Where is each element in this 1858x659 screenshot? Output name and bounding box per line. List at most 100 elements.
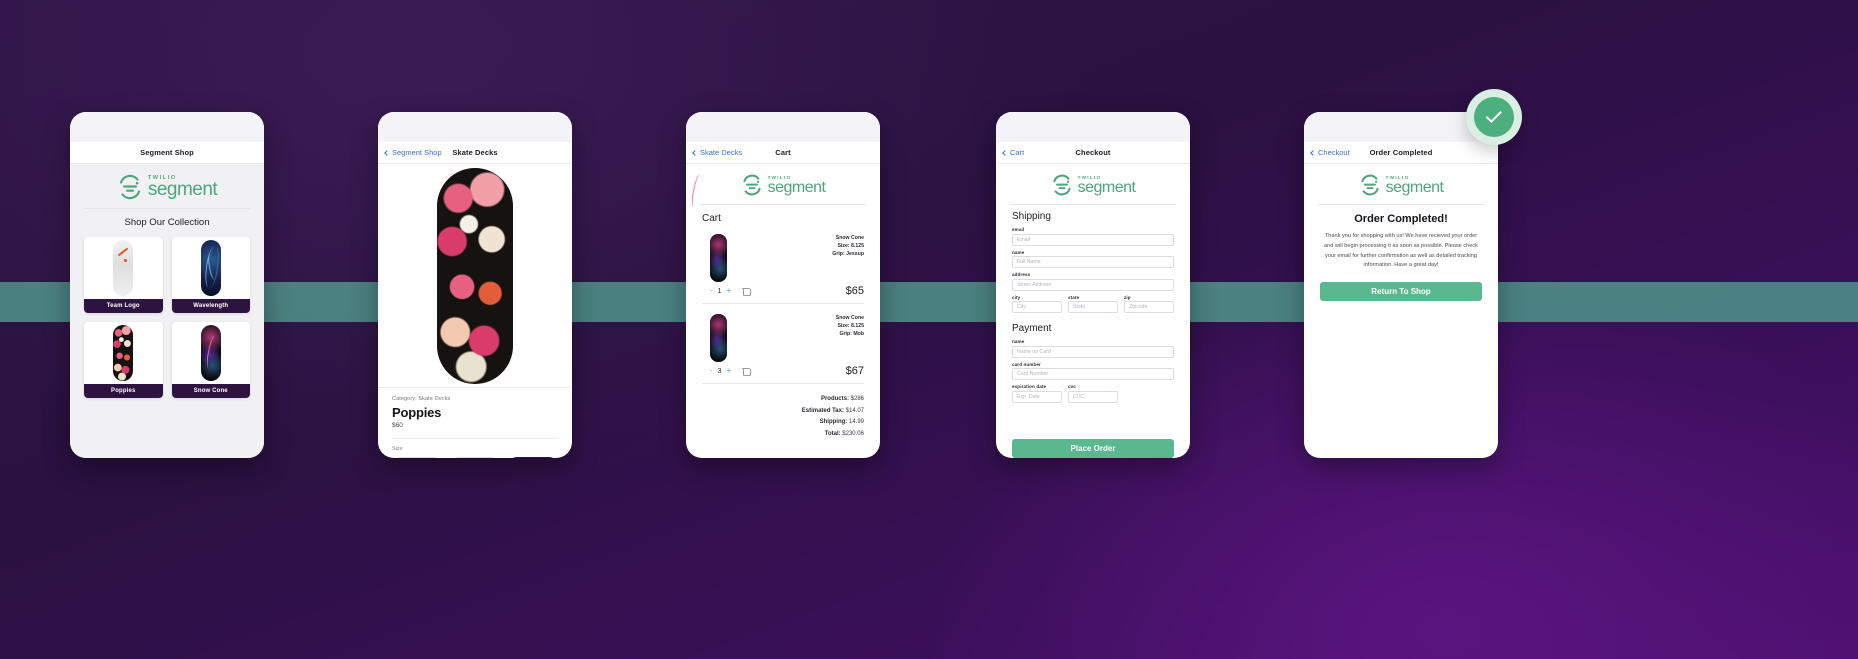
state-field[interactable]: State (1068, 301, 1118, 313)
size-option-8[interactable]: 8 (450, 457, 500, 458)
name-on-card-field[interactable]: Name on Card (1012, 345, 1174, 358)
product-name: Snow Cone (171, 384, 250, 398)
back-label: Checkout (1318, 148, 1350, 157)
full-name-field[interactable]: Full Name (1012, 256, 1174, 268)
cart-item-size: Size: 8.125 (837, 323, 864, 330)
field-label: email (1012, 227, 1025, 232)
page-title: Skate Decks (452, 148, 498, 157)
nav-bar: Checkout Order Completed (1304, 142, 1498, 164)
product-name: Team Logo (84, 299, 163, 313)
quantity-stepper: - 3 + (710, 367, 751, 376)
summary-label: Shipping: (819, 419, 848, 426)
decrement-button[interactable]: - (710, 367, 713, 375)
cart-item-size: Size: 8.125 (837, 243, 864, 250)
field-label: name (1012, 339, 1025, 344)
segment-mark-icon (1360, 174, 1379, 196)
segment-mark-icon (742, 174, 761, 196)
email-field[interactable]: Email (1012, 233, 1174, 246)
logo-segment-text: segment (1385, 178, 1444, 196)
city-field[interactable]: City (1012, 301, 1062, 313)
phone-cart: Skate Decks Cart TWILIO segment Cart Sno… (686, 112, 880, 458)
delete-icon[interactable] (741, 287, 751, 296)
decrement-button[interactable]: - (710, 287, 713, 295)
product-card-poppies[interactable]: Poppies (84, 322, 163, 398)
product-grid: Team Logo Wavelength Poppies Snow Cone (70, 237, 264, 398)
increment-button[interactable]: + (727, 287, 732, 295)
check-mark-icon (1485, 106, 1502, 124)
summary-line-shipping: Shipping: 14.99 (702, 417, 864, 429)
cvc-field[interactable]: CVC (1068, 390, 1118, 403)
product-name: Poppies (84, 384, 163, 398)
city-state-zip-row: city City state State zip Zipcode (996, 295, 1190, 318)
back-label: Skate Decks (700, 148, 743, 157)
back-button[interactable]: Checkout (1310, 148, 1350, 157)
success-badge (1466, 89, 1522, 145)
back-label: Cart (1010, 148, 1025, 157)
nav-bar: Segment Shop (70, 142, 264, 164)
phone-checkout: Cart Checkout TWILIO segment Shipping em… (996, 112, 1190, 458)
field-label: state (1068, 294, 1080, 300)
phone-product-detail: Segment Shop Skate Decks Category: Skate… (378, 112, 572, 458)
increment-button[interactable]: + (727, 367, 732, 375)
screen-content: TWILIO segment Shop Our Collection Team … (70, 164, 264, 458)
delete-icon[interactable] (741, 367, 751, 376)
chevron-left-icon (692, 149, 698, 156)
screen-content: Category: Skate Decks Poppies $60 Size 7… (378, 164, 572, 458)
field-state: state State (1068, 294, 1118, 313)
status-bar (70, 112, 264, 142)
status-bar (378, 112, 572, 142)
product-image (172, 237, 251, 299)
field-label: address (1012, 272, 1031, 277)
check-circle-icon (1474, 97, 1514, 137)
collection-heading: Shop Our Collection (124, 217, 210, 228)
cart-item-price: $65 (845, 285, 864, 297)
product-card-wavelength[interactable]: Wavelength (171, 237, 251, 313)
nav-bar: Segment Shop Skate Decks (378, 142, 572, 164)
deck-art-snowcone (200, 325, 221, 381)
status-bar (996, 112, 1190, 142)
summary-label: Products: (820, 396, 849, 402)
quantity-value: 3 (717, 367, 722, 375)
summary-line-products: Products: $286 (702, 394, 864, 406)
nav-bar: Skate Decks Cart (686, 142, 880, 164)
size-option-8-125[interactable]: 8.125 (508, 457, 558, 458)
field-city: city City (1012, 294, 1062, 313)
cart-item-row: Snow Cone Size: 8.125 Grip: Mob - 3 + $6… (686, 304, 880, 383)
summary-amount: $14.07 (845, 407, 864, 414)
street-address-field[interactable]: Street Address (1012, 278, 1174, 291)
field-label: name (1012, 249, 1025, 255)
segment-mark-icon (119, 174, 140, 200)
product-card-team-logo[interactable]: Team Logo (84, 237, 163, 313)
field-card-name: name Name on Card (996, 339, 1190, 362)
size-label: Size (392, 446, 403, 452)
page-title: Order Completed (1369, 148, 1433, 157)
cart-item-name: Snow Cone (835, 315, 864, 321)
deck-art-poppies-large (437, 167, 513, 384)
back-button[interactable]: Segment Shop (384, 148, 442, 157)
product-card-snow-cone[interactable]: Snow Cone (171, 322, 250, 398)
back-button[interactable]: Cart (1002, 148, 1025, 157)
phone-order-completed: Checkout Order Completed TWILIO segment … (1304, 112, 1498, 458)
zipcode-field[interactable]: Zipcode (1124, 301, 1174, 313)
logo-segment-text: segment (1077, 178, 1136, 196)
summary-amount: $286 (850, 396, 864, 402)
segment-logo: TWILIO segment (1304, 164, 1498, 204)
screen-content: TWILIO segment Shipping email Email name… (996, 164, 1190, 458)
expiration-date-field[interactable]: Exp. Date (1012, 390, 1062, 403)
summary-line-total: Total: $230.06 (702, 429, 864, 441)
segment-mark-icon (1052, 174, 1071, 196)
status-bar (686, 112, 880, 142)
product-image (84, 237, 163, 299)
page-title: Checkout (1075, 148, 1111, 157)
return-to-shop-button[interactable]: Return To Shop (1320, 282, 1482, 302)
card-number-field[interactable]: Card Number (1012, 368, 1174, 380)
chevron-left-icon (384, 149, 390, 156)
product-title: Poppies (392, 405, 442, 420)
size-selector: 7.75 8 8.125 (378, 457, 572, 458)
field-label: city (1012, 294, 1021, 300)
exp-cvc-row: expiration date Exp. Date cvc CVC x (996, 384, 1190, 407)
size-option-7-75[interactable]: 7.75 (392, 457, 442, 458)
back-button[interactable]: Skate Decks (692, 148, 743, 157)
place-order-button[interactable]: Place Order (1012, 439, 1174, 458)
segment-logo: TWILIO segment (70, 164, 264, 208)
